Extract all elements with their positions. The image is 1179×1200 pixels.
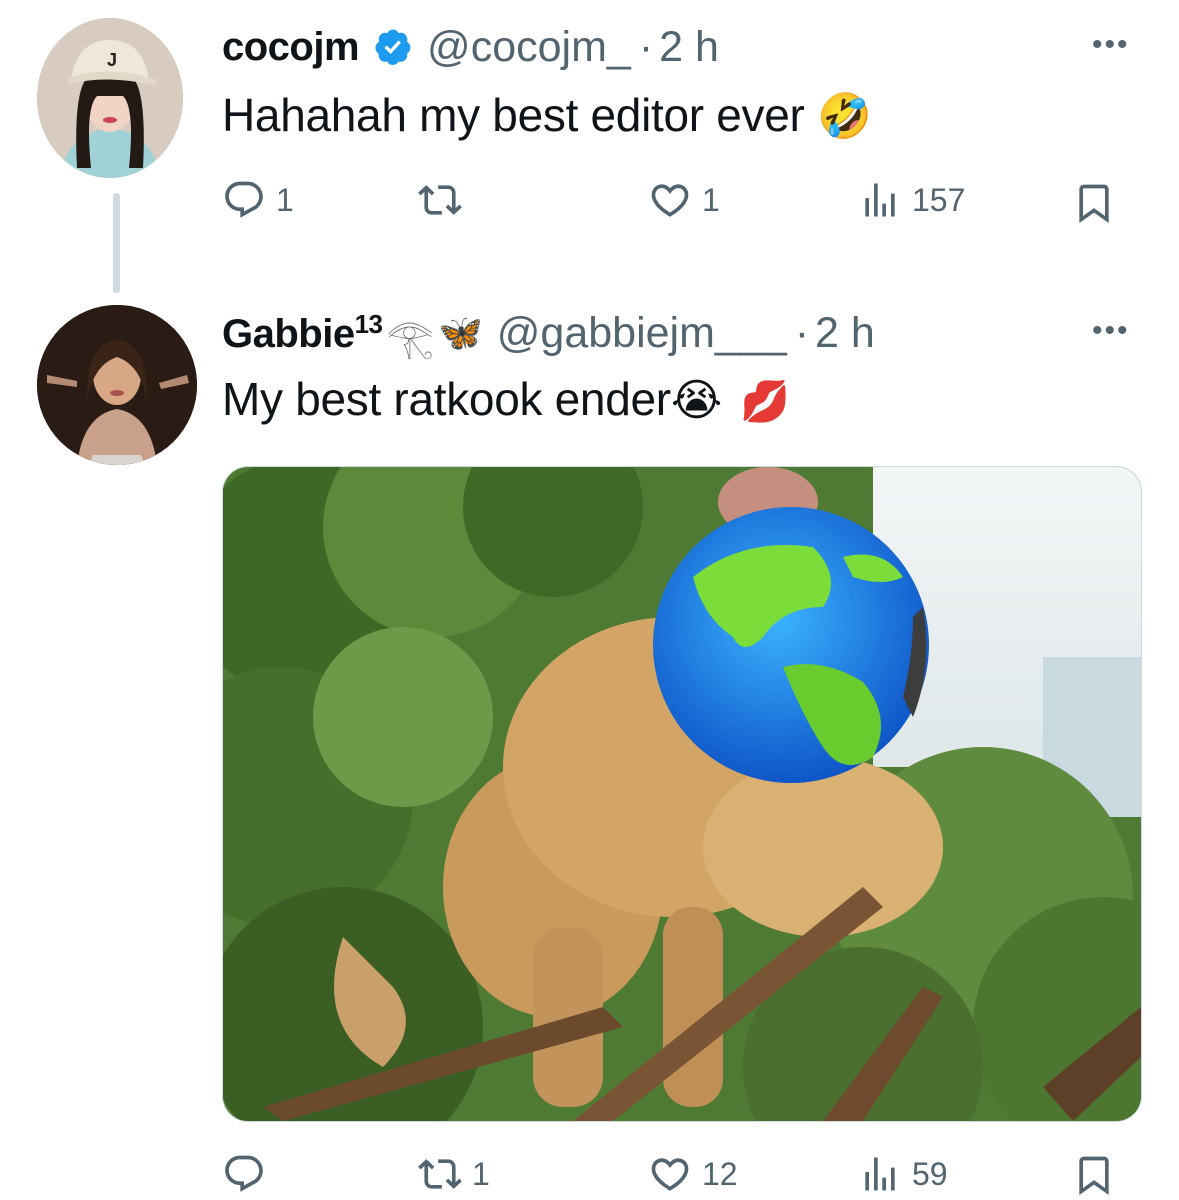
rolling-laughing-emoji: 🤣	[817, 92, 872, 141]
kiss-mark-emoji: 💋	[740, 380, 790, 424]
tweet-header: cocojm @cocojm_ · 2 h	[222, 20, 719, 74]
separator-dot: ·	[638, 22, 654, 71]
avatar[interactable]: J	[37, 18, 183, 178]
bookmark-button[interactable]	[1072, 180, 1116, 226]
bookmark-button[interactable]	[1072, 1152, 1116, 1198]
more-options-button[interactable]: •••	[1092, 314, 1130, 348]
avatar[interactable]	[37, 305, 197, 465]
tweet-header: Gabbie13 𓂀 🦋 @gabbiejm___ · 2 h	[222, 306, 875, 361]
butterfly-emoji: 🦋	[437, 312, 483, 353]
repost-icon	[418, 185, 462, 215]
media-image[interactable]	[222, 466, 1142, 1122]
views-count: 59	[912, 1155, 948, 1192]
views-button[interactable]: 59	[858, 1152, 948, 1196]
views-button[interactable]: 157	[858, 178, 965, 222]
timestamp[interactable]: 2 h	[815, 309, 875, 358]
timestamp[interactable]: 2 h	[659, 23, 719, 72]
eye-of-horus-emoji: 𓂀	[386, 318, 434, 360]
reply-button[interactable]: 1	[222, 178, 294, 222]
display-name[interactable]: Gabbie13	[222, 309, 383, 357]
reply-count: 1	[276, 181, 294, 218]
bookmark-icon	[1079, 1156, 1109, 1196]
thread-line	[113, 193, 120, 293]
tweet-text: My best ratkook ender😭 💋	[222, 372, 790, 426]
loudly-crying-emoji: 😭	[670, 376, 722, 425]
like-button[interactable]: 1	[648, 178, 720, 222]
tweet-text-content: My best ratkook ender	[222, 373, 671, 425]
verified-badge-icon	[373, 27, 413, 67]
repost-count: 1	[472, 1155, 490, 1192]
display-name[interactable]: cocojm	[222, 25, 360, 70]
like-count: 1	[702, 181, 720, 218]
bookmark-icon	[1079, 184, 1109, 224]
tweet-text-content: Hahahah my best editor ever	[222, 89, 805, 141]
separator-dot: ·	[794, 308, 810, 357]
heart-icon	[651, 1158, 689, 1191]
like-button[interactable]: 12	[648, 1152, 738, 1196]
reply-button[interactable]	[222, 1152, 276, 1196]
views-count: 157	[912, 181, 966, 218]
repost-button[interactable]: 1	[418, 1152, 490, 1196]
repost-button[interactable]	[418, 178, 472, 222]
user-handle[interactable]: @gabbiejm___	[497, 309, 787, 358]
reply-icon	[225, 1155, 263, 1192]
tweet-text: Hahahah my best editor ever 🤣	[222, 88, 872, 142]
views-chart-icon	[865, 1157, 895, 1191]
views-chart-icon	[865, 183, 895, 217]
repost-icon	[418, 1159, 462, 1189]
more-options-button[interactable]: •••	[1092, 28, 1130, 62]
display-name-superscript: 13	[354, 309, 383, 339]
svg-text:J: J	[107, 50, 117, 70]
reply-icon	[225, 181, 263, 218]
user-handle[interactable]: @cocojm_	[427, 23, 631, 72]
heart-icon	[651, 184, 689, 217]
like-count: 12	[702, 1155, 738, 1192]
display-name-text: Gabbie	[222, 312, 355, 356]
